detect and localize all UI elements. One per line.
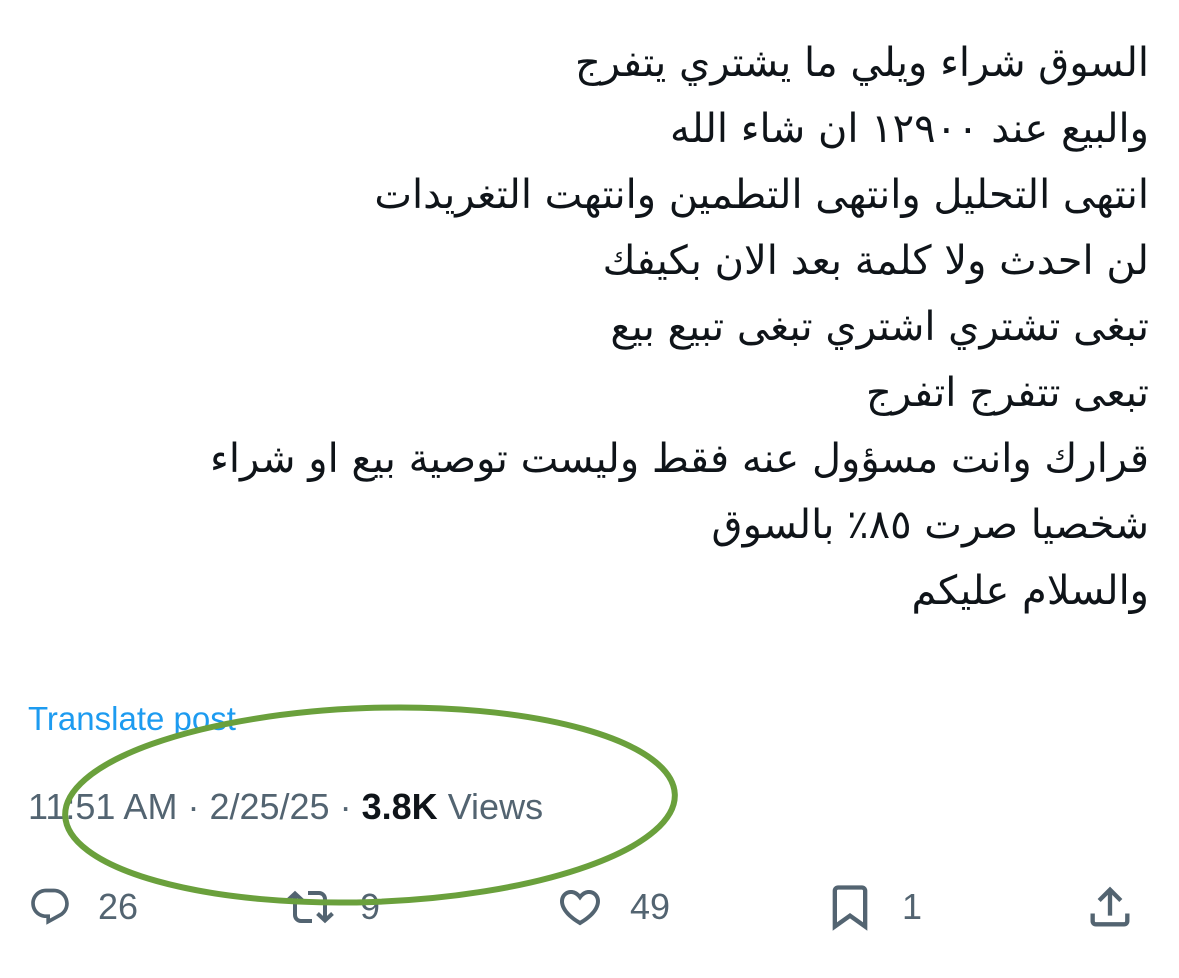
meta-separator: · (187, 786, 200, 827)
tweet-meta: 11:51 AM · 2/25/25 · 3.8K Views (28, 786, 543, 828)
action-bar: 26 9 49 1 (0, 872, 1179, 942)
reply-icon (31, 888, 69, 925)
translate-post-link[interactable]: Translate post (28, 700, 236, 738)
tweet-line: تبعى تتفرج اتفرج (866, 370, 1149, 416)
share-button[interactable] (1084, 872, 1136, 942)
like-count: 49 (630, 886, 671, 927)
tweet-line: والبيع عند ١٢٩٠٠ ان شاء الله (670, 106, 1149, 152)
repost-icon (286, 890, 334, 924)
meta-separator: · (339, 786, 352, 827)
like-button[interactable]: 49 (556, 872, 670, 942)
tweet-line: انتهى التحليل وانتهى التطمين وانتهت التغ… (374, 172, 1149, 218)
reply-count: 26 (98, 886, 139, 927)
tweet-line: قرارك وانت مسؤول عنه فقط وليست توصية بيع… (210, 436, 1149, 482)
bookmark-icon (832, 885, 868, 931)
heart-icon (559, 890, 601, 926)
tweet-text: السوق شراء ويلي ما يشتري يتفرج والبيع عن… (29, 30, 1149, 624)
repost-button[interactable]: 9 (286, 872, 380, 942)
tweet-line: والسلام عليكم (911, 568, 1149, 614)
repost-count: 9 (360, 886, 381, 927)
tweet-line: لن احدث ولا كلمة بعد الان بكيفك (602, 238, 1149, 284)
bookmark-button[interactable]: 1 (824, 872, 922, 942)
post-time[interactable]: 11:51 AM (28, 786, 177, 827)
tweet-line: تبغى تشتري اشتري تبغى تبيع بيع (610, 304, 1149, 350)
share-icon (1090, 886, 1130, 927)
tweet-line: شخصيا صرت ٨٥٪ بالسوق (711, 502, 1149, 548)
views-label[interactable]: Views (448, 786, 543, 827)
views-count[interactable]: 3.8K (362, 786, 438, 827)
tweet-line: السوق شراء ويلي ما يشتري يتفرج (574, 40, 1149, 86)
bookmark-count: 1 (902, 886, 923, 927)
reply-button[interactable]: 26 (28, 872, 138, 942)
post-date[interactable]: 2/25/25 (209, 786, 329, 827)
